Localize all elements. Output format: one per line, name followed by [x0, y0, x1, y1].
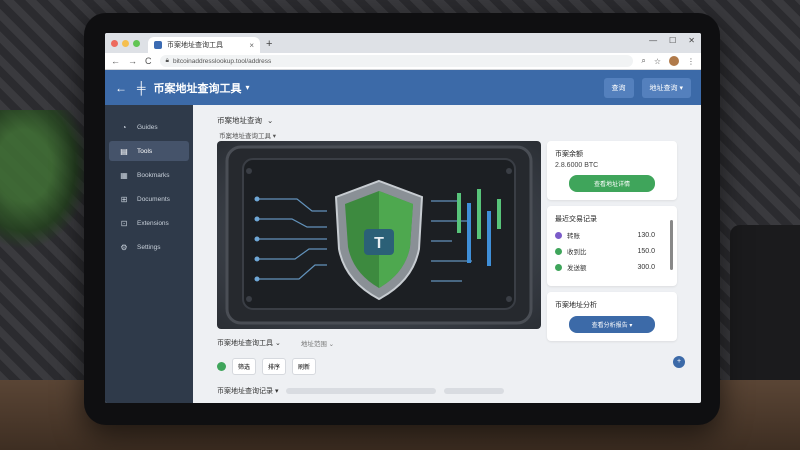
info-cards: 币案余额 2.8.6000 BTC 查看地址详情 最近交易记录 转账 130.0…	[547, 141, 677, 347]
sidebar-item-extensions[interactable]: ⊡ Extensions	[109, 213, 189, 233]
refresh-chip[interactable]: 刷新	[292, 358, 317, 375]
sidebar-item-documents[interactable]: ⊞ Documents	[109, 189, 189, 209]
transfer-icon	[555, 231, 562, 239]
records-title[interactable]: 币案地址查询记录 ▾	[217, 386, 278, 396]
sidebar-item-label: Documents	[137, 195, 170, 203]
sidebar-item-label: Extensions	[137, 219, 169, 227]
filter-dropdown[interactable]: 地址范围 ⌄	[301, 338, 334, 348]
minimize-button[interactable]: —	[649, 36, 657, 45]
sidebar: ◔ Guides ▤ Tools ▦ Bookmarks ⊞ Documents…	[105, 105, 193, 403]
list-item[interactable]: 转账 130.0	[555, 230, 669, 240]
chevron-down-icon[interactable]: ⌄	[267, 116, 273, 125]
sidebar-item-bookmarks[interactable]: ▦ Bookmarks	[109, 165, 189, 185]
url-text: bitcoinaddresslookup.tool/address	[172, 57, 272, 65]
close-button[interactable]: ✕	[688, 36, 695, 45]
forward-icon[interactable]: →	[128, 56, 137, 66]
menu-icon[interactable]: ⋮	[687, 57, 695, 66]
sidebar-item-guides[interactable]: ◔ Guides	[109, 117, 189, 137]
balance-title: 币案余额	[555, 151, 583, 158]
main-content: 币案地址查询 ⌄ 币案地址查询工具 ▾ T 币案余额 2.8.6000 BTC …	[193, 105, 701, 403]
bottom-section: 币案地址查询工具 ⌄ 地址范围 ⌄ 筛选 排序 刷新 + 币案地址查询记录 ▾	[217, 338, 689, 395]
docs-icon: ⊞	[120, 194, 128, 204]
gear-icon: ⚙	[120, 242, 128, 252]
card-scrollbar[interactable]	[670, 220, 673, 270]
minimize-window-dot[interactable]	[122, 39, 129, 47]
status-dot-icon	[217, 362, 226, 371]
address-bar: ← → C 🔒︎ bitcoinaddresslookup.tool/addre…	[105, 53, 701, 70]
logo-icon: ╪	[137, 80, 146, 95]
list-item-label: 收到比	[567, 249, 587, 256]
favicon-icon	[154, 41, 162, 49]
list-item-label: 转账	[567, 233, 580, 240]
tab-title: 币案地址查询工具	[167, 42, 223, 49]
analysis-card: 币案地址分析 查看分析报告 ▾	[547, 292, 677, 341]
section-title: 币案地址查询	[217, 116, 262, 125]
sidebar-item-label: Bookmarks	[137, 171, 170, 179]
balance-value: 2.8.6000 BTC	[555, 162, 599, 169]
ext-icon: ⊡	[120, 218, 128, 228]
sidebar-item-tools[interactable]: ▤ Tools	[109, 141, 189, 161]
back-icon[interactable]: ←	[111, 56, 120, 66]
tab-close-icon[interactable]: ×	[249, 41, 254, 50]
new-tab-button[interactable]: +	[266, 37, 272, 53]
browser-tab[interactable]: 币案地址查询工具 ×	[148, 37, 260, 53]
address-query-dropdown[interactable]: 地址查询 ▾	[641, 77, 691, 98]
sidebar-item-label: Guides	[137, 123, 158, 131]
view-analysis-report-button[interactable]: 查看分析报告 ▾	[569, 316, 655, 333]
url-field[interactable]: 🔒︎ bitcoinaddresslookup.tool/address	[159, 55, 634, 67]
date-input[interactable]	[444, 388, 505, 394]
bottom-title-text: 币案地址查询工具	[217, 340, 273, 347]
maximize-window-dot[interactable]	[133, 39, 140, 47]
add-button[interactable]: +	[673, 356, 685, 368]
sort-chip[interactable]: 排序	[262, 358, 287, 375]
sidebar-item-label: Settings	[137, 243, 161, 251]
reload-icon[interactable]: C	[145, 56, 152, 66]
app-header: ← ╪ 币案地址查询工具 ▾ 查询 地址查询 ▾	[105, 70, 701, 105]
avatar[interactable]	[669, 56, 679, 66]
chevron-down-icon: ⌄	[328, 341, 335, 348]
list-item[interactable]: 发送额 300.0	[555, 262, 669, 272]
chevron-down-icon: ⌄	[274, 340, 281, 347]
balance-card: 币案余额 2.8.6000 BTC 查看地址详情	[547, 141, 677, 200]
star-icon[interactable]: ☆	[654, 57, 661, 66]
sidebar-item-settings[interactable]: ⚙ Settings	[109, 237, 189, 257]
view-address-details-button[interactable]: 查看地址详情	[569, 175, 655, 192]
filter-label: 地址范围	[300, 341, 327, 348]
window-controls: — ☐ ✕	[649, 36, 695, 45]
sent-icon	[555, 263, 562, 271]
analysis-title: 币案地址分析	[555, 302, 597, 309]
section-subtitle[interactable]: 币案地址查询工具 ▾	[219, 130, 689, 140]
svg-text:T: T	[374, 235, 384, 252]
transactions-title: 最近交易记录	[555, 216, 597, 223]
list-item-label: 发送额	[567, 265, 587, 272]
page-title: 币案地址查询工具	[153, 82, 242, 95]
search-input[interactable]	[286, 388, 437, 394]
book-icon: ▦	[120, 170, 128, 180]
traffic-lights	[111, 33, 140, 53]
security-device-image: T	[217, 141, 541, 329]
query-button[interactable]: 查询	[603, 77, 634, 98]
list-item-value: 300.0	[637, 263, 655, 271]
gauge-icon: ◔	[121, 122, 127, 132]
restore-button[interactable]: ☐	[669, 36, 676, 45]
close-window-dot[interactable]	[111, 39, 118, 47]
filter-chip[interactable]: 筛选	[232, 358, 257, 375]
list-icon: ▤	[120, 146, 128, 156]
lock-icon: 🔒︎	[165, 57, 169, 64]
search-icon[interactable]: ⌕	[641, 56, 645, 66]
list-item-value: 150.0	[637, 247, 655, 255]
list-item[interactable]: 收到比 150.0	[555, 246, 669, 256]
received-icon	[555, 247, 562, 255]
sidebar-item-label: Tools	[137, 147, 153, 155]
transactions-card: 最近交易记录 转账 130.0 收到比 150.0 发送额 300.0	[547, 206, 677, 286]
browser-tabbar: 币案地址查询工具 × + — ☐ ✕	[105, 33, 701, 53]
action-chips: 筛选 排序 刷新	[217, 358, 689, 375]
plant	[0, 110, 90, 250]
chevron-down-icon[interactable]: ▾	[246, 83, 250, 92]
back-arrow-icon[interactable]: ←	[115, 81, 127, 95]
list-item-value: 130.0	[637, 231, 655, 239]
bottom-title[interactable]: 币案地址查询工具 ⌄	[217, 338, 281, 348]
tablet-screen: 币案地址查询工具 × + — ☐ ✕ ← → C 🔒︎ bitcoinaddre…	[105, 33, 701, 403]
